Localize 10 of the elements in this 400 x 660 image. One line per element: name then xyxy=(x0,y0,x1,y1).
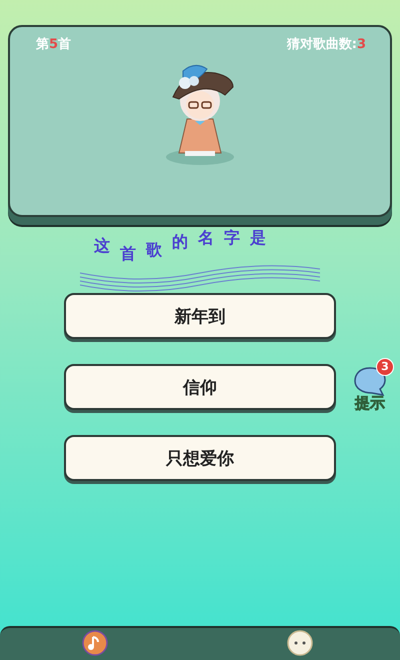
hint-count-badge: 3 xyxy=(376,358,394,376)
hint-button[interactable]: 3 提示 xyxy=(344,358,396,416)
character-face-icon[interactable] xyxy=(287,630,313,656)
answer-option-button[interactable]: 只想爱你 xyxy=(64,435,336,481)
question-text: 这首歌的名字是 xyxy=(94,229,266,263)
answer-option-button[interactable]: 新年到 xyxy=(64,293,336,339)
round-counter: 第5首 xyxy=(36,36,72,53)
music-note-icon[interactable] xyxy=(82,630,108,656)
score-counter: 猜对歌曲数:3 xyxy=(286,36,366,53)
answer-option-button[interactable]: 信仰 xyxy=(64,364,336,410)
